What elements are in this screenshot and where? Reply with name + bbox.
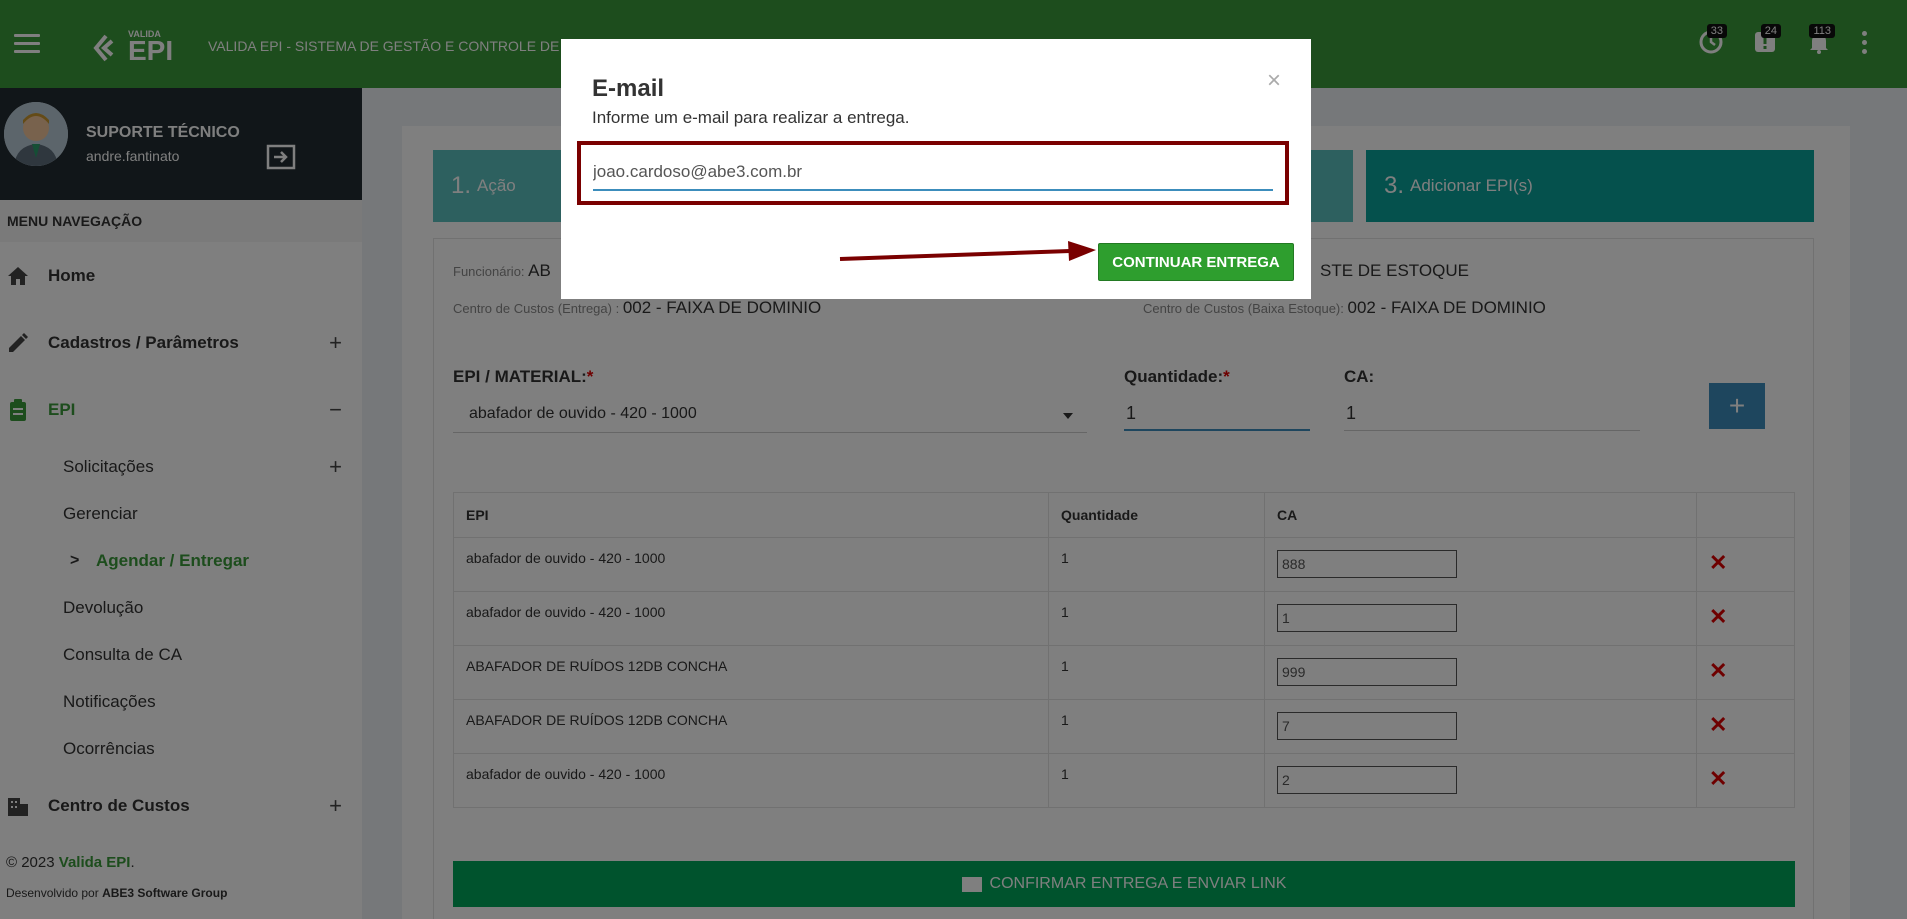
modal-title: E-mail <box>592 75 665 102</box>
email-highlight-box <box>577 141 1289 205</box>
arrow-annotation-icon <box>839 241 1096 261</box>
modal-subtitle: Informe um e-mail para realizar a entreg… <box>592 108 910 127</box>
continue-delivery-button[interactable]: CONTINUAR ENTREGA <box>1098 243 1294 281</box>
email-input[interactable] <box>593 155 1273 191</box>
email-modal: E-mail Informe um e-mail para realizar a… <box>561 39 1311 299</box>
close-icon[interactable]: × <box>1267 67 1281 95</box>
